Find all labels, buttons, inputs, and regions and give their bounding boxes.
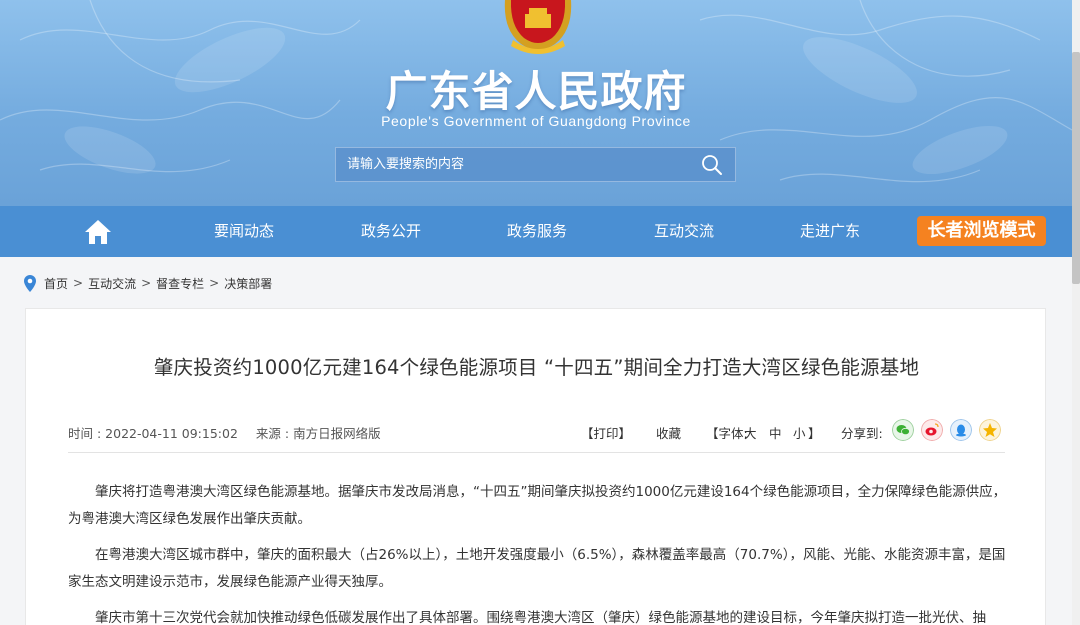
breadcrumb-interaction[interactable]: 互动交流 bbox=[88, 275, 136, 292]
article-paragraph: 在粤港澳大湾区城市群中，肇庆的面积最大（占26%以上），土地开发强度最小（6.5… bbox=[68, 547, 1006, 590]
national-emblem-icon bbox=[504, 0, 572, 54]
font-large-button[interactable]: 大 bbox=[744, 423, 757, 442]
weibo-share-icon[interactable] bbox=[921, 419, 943, 441]
article-panel: 肇庆投资约1000亿元建164个绿色能源项目 “十四五”期间全力打造大湾区绿色能… bbox=[25, 308, 1046, 625]
font-small-button[interactable]: 小 bbox=[793, 423, 806, 442]
breadcrumb: 首页 > 互动交流 > 督查专栏 > 决策部署 bbox=[24, 273, 272, 293]
article-paragraph: 肇庆将打造粤港澳大湾区绿色能源基地。据肇庆市发改局消息，“十四五”期间肇庆拟投资… bbox=[68, 484, 1007, 527]
home-icon[interactable] bbox=[84, 219, 112, 245]
breadcrumb-separator: > bbox=[209, 276, 220, 290]
favorite-link[interactable]: 收藏 bbox=[656, 423, 681, 442]
nav-item-news[interactable]: 要闻动态 bbox=[189, 206, 299, 257]
nav-item-interaction[interactable]: 互动交流 bbox=[629, 206, 739, 257]
page-scrollbar[interactable] bbox=[1072, 0, 1080, 625]
search-box bbox=[335, 147, 736, 182]
scrollbar-thumb[interactable] bbox=[1072, 52, 1080, 284]
qq-share-icon[interactable] bbox=[950, 419, 972, 441]
site-header: 广东省人民政府 People's Government of Guangdong… bbox=[0, 0, 1072, 206]
site-title: 广东省人民政府 bbox=[385, 67, 687, 116]
elder-mode-button[interactable]: 长者浏览模式 bbox=[917, 216, 1046, 246]
publish-time: 时间 : 2022-04-11 09:15:02 bbox=[68, 426, 238, 441]
meta-divider bbox=[68, 452, 1005, 453]
nav-item-guangdong[interactable]: 走进广东 bbox=[775, 206, 885, 257]
nav-item-services[interactable]: 政务服务 bbox=[482, 206, 592, 257]
main-nav: 要闻动态 政务公开 政务服务 互动交流 走进广东 bbox=[0, 206, 1072, 257]
article-paragraph: 肇庆市第十三次党代会就加快推动绿色低碳发展作出了具体部署。围绕粤港澳大湾区（肇庆… bbox=[95, 610, 986, 625]
share-label: 分享到: bbox=[841, 426, 883, 441]
article-meta: 时间 : 2022-04-11 09:15:02 来源 : 南方日报网络版 bbox=[68, 423, 395, 442]
wechat-share-icon[interactable] bbox=[892, 419, 914, 441]
breadcrumb-separator: > bbox=[141, 276, 152, 290]
print-link[interactable]: 【打印】 bbox=[581, 423, 631, 442]
font-size-close: 】 bbox=[808, 426, 821, 441]
breadcrumb-decisions[interactable]: 决策部署 bbox=[224, 275, 272, 292]
qzone-share-icon[interactable] bbox=[979, 419, 1001, 441]
breadcrumb-separator: > bbox=[73, 276, 84, 290]
breadcrumb-home[interactable]: 首页 bbox=[44, 275, 68, 292]
font-size-label: 【字体: bbox=[706, 426, 748, 441]
nav-item-gov-affairs[interactable]: 政务公开 bbox=[336, 206, 446, 257]
article-source: 来源 : 南方日报网络版 bbox=[255, 426, 381, 441]
search-input[interactable] bbox=[336, 148, 696, 181]
location-pin-icon bbox=[24, 274, 36, 292]
article-title: 肇庆投资约1000亿元建164个绿色能源项目 “十四五”期间全力打造大湾区绿色能… bbox=[153, 356, 920, 379]
breadcrumb-supervision[interactable]: 督查专栏 bbox=[156, 275, 204, 292]
font-medium-button[interactable]: 中 bbox=[769, 423, 782, 442]
search-icon[interactable] bbox=[701, 154, 723, 176]
site-subtitle: People's Government of Guangdong Provinc… bbox=[381, 113, 691, 129]
